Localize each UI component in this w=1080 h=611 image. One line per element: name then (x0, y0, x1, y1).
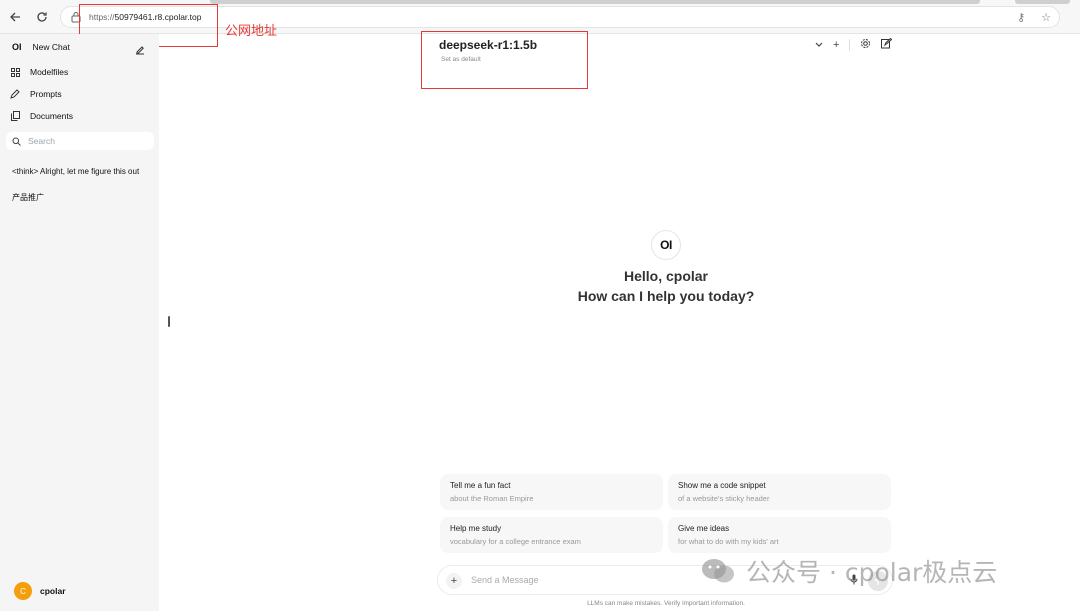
suggestion-subtitle: for what to do with my kids' art (678, 537, 779, 546)
suggestion-subtitle: of a website's sticky header (678, 494, 770, 503)
watermark-text: 公众号 · cpolar极点云 (746, 558, 998, 587)
sidebar-item-label: Prompts (30, 89, 62, 99)
greeting-prompt: How can I help you today? (577, 288, 755, 304)
sidebar-item-documents[interactable]: Documents (8, 106, 73, 126)
tab-strip-edge (210, 0, 980, 4)
suggestion-title: Help me study (450, 524, 502, 533)
disclaimer-text: LLMs can make mistakes. Verify important… (587, 600, 745, 607)
user-menu[interactable]: C cpolar (14, 582, 66, 600)
model-selector[interactable]: deepseek-r1:1.5b (439, 38, 537, 52)
sidebar-item-label: Documents (30, 111, 73, 121)
url-annotation-label: 公网地址 (225, 24, 278, 39)
sidebar-item-prompts[interactable]: Prompts (8, 84, 62, 104)
set-default-link[interactable]: Set as default (441, 56, 481, 63)
wechat-icon (702, 559, 734, 583)
edit-icon[interactable] (135, 42, 145, 60)
user-name: cpolar (40, 586, 66, 596)
tab-strip-edge-right (1015, 0, 1070, 4)
app-logo: OI (12, 42, 22, 52)
header-tools: + (815, 37, 893, 52)
new-chat-edit-icon[interactable] (881, 37, 893, 52)
chat-history-item[interactable]: 产品推广 (12, 192, 150, 203)
back-icon[interactable] (6, 8, 24, 26)
suggestion-card[interactable]: Tell me a fun fact about the Roman Empir… (440, 474, 663, 510)
watermark: 公众号 · cpolar极点云 (700, 553, 997, 589)
documents-icon (8, 109, 22, 123)
suggestion-title: Show me a code snippet (678, 481, 766, 490)
suggestion-card[interactable]: Show me a code snippet of a website's st… (668, 474, 891, 510)
grid-icon (8, 65, 22, 79)
new-chat-label: New Chat (32, 42, 70, 52)
key-icon[interactable]: ⚷ (1017, 11, 1025, 24)
suggestion-card[interactable]: Help me study vocabulary for a college e… (440, 517, 663, 553)
chevron-down-icon[interactable] (815, 40, 823, 51)
attach-plus-icon[interactable]: + (446, 573, 462, 589)
reload-icon[interactable] (33, 8, 51, 26)
header-divider (849, 39, 851, 51)
message-input[interactable]: Send a Message (471, 575, 539, 585)
address-bar-icons: ⚷ ☆ (1017, 11, 1051, 24)
pencil-icon (8, 87, 22, 101)
suggestion-subtitle: vocabulary for a college entrance exam (450, 537, 581, 546)
suggestion-title: Tell me a fun fact (450, 481, 511, 490)
sidebar-item-label: Modelfiles (30, 67, 69, 77)
search-placeholder: Search (28, 136, 55, 146)
suggestion-title: Give me ideas (678, 524, 730, 533)
sidebar-item-modelfiles[interactable]: Modelfiles (8, 62, 68, 82)
favorite-star-icon[interactable]: ☆ (1041, 11, 1051, 24)
avatar: C (14, 582, 32, 600)
greeting-text: Hello, cpolar (623, 268, 709, 284)
new-chat-button[interactable]: OI New Chat (8, 37, 70, 57)
search-icon (12, 137, 21, 146)
suggestion-subtitle: about the Roman Empire (450, 494, 534, 503)
settings-icon[interactable] (860, 38, 871, 52)
suggestion-card[interactable]: Give me ideas for what to do with my kid… (668, 517, 891, 553)
add-model-button[interactable]: + (833, 39, 839, 51)
sidebar-resize-handle[interactable] (168, 316, 170, 327)
search-input[interactable]: Search (6, 132, 154, 150)
assistant-logo: OI (651, 230, 681, 260)
chat-history-item[interactable]: <think> Alright, let me figure this out (12, 167, 150, 176)
sidebar: OI New Chat Modelfiles Prompts Documents… (0, 34, 159, 611)
